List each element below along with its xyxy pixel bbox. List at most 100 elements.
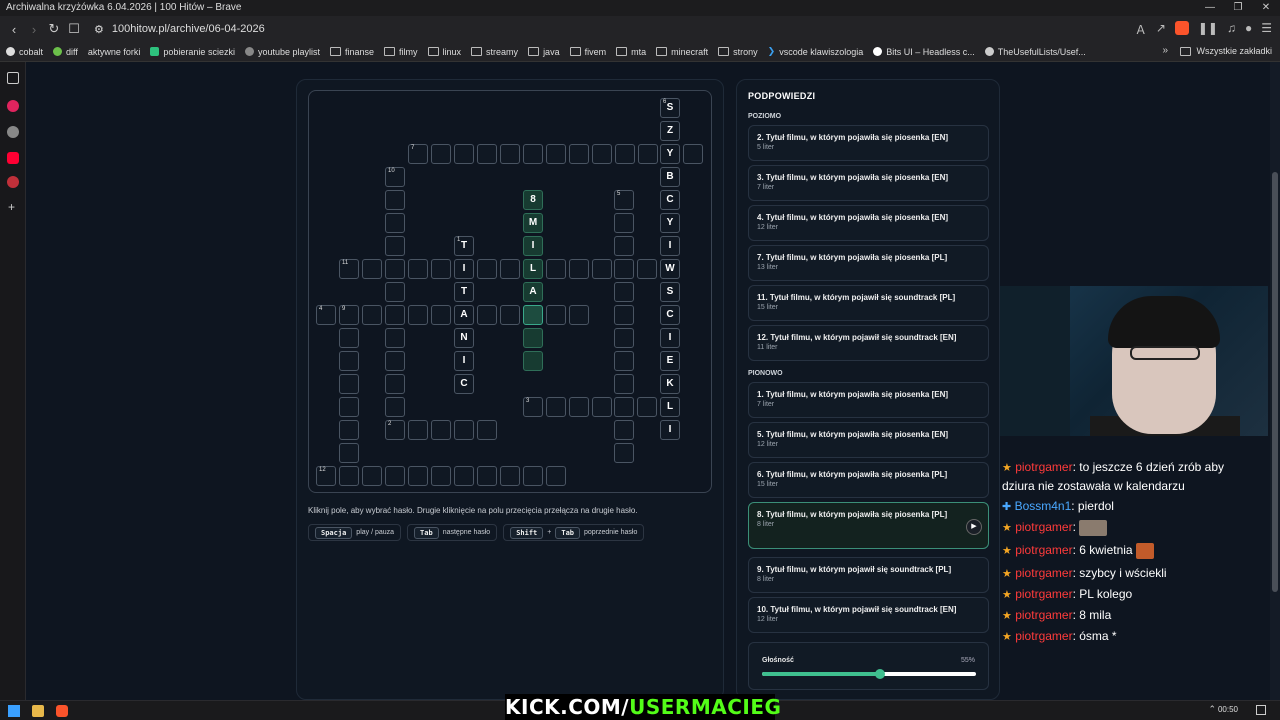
volume-slider[interactable]: [762, 669, 976, 679]
grid-cell[interactable]: [592, 144, 612, 164]
grid-cell[interactable]: [683, 144, 703, 164]
minimize-icon[interactable]: —: [1196, 0, 1224, 16]
grid-cell[interactable]: [546, 397, 566, 417]
grid-cell[interactable]: 5: [614, 190, 634, 210]
brave-shields-icon[interactable]: [1174, 21, 1189, 35]
grid-cell[interactable]: [339, 443, 359, 463]
grid-cell[interactable]: [385, 397, 405, 417]
bookmark-linux[interactable]: linux: [427, 47, 461, 57]
close-icon[interactable]: ✕: [1252, 0, 1280, 16]
grid-cell[interactable]: [385, 213, 405, 233]
grid-cell[interactable]: A: [454, 305, 474, 325]
grid-cell[interactable]: 4: [316, 305, 336, 325]
grid-cell[interactable]: 8: [523, 190, 543, 210]
grid-cell[interactable]: N: [454, 328, 474, 348]
grid-cell[interactable]: Z: [660, 121, 680, 141]
app-icon[interactable]: [7, 176, 19, 188]
pause-icon[interactable]: ❚❚: [1198, 21, 1218, 38]
clue-across[interactable]: 11. Tytuł filmu, w którym pojawił się so…: [748, 285, 989, 321]
grid-cell[interactable]: [500, 466, 520, 486]
address-bar[interactable]: ⚙ 100hitow.pl/archive/06-04-2026: [94, 23, 265, 36]
play-button[interactable]: ▶: [966, 519, 982, 535]
grid-cell[interactable]: I: [660, 236, 680, 256]
grid-cell[interactable]: S: [660, 282, 680, 302]
bookmark-aktywne-forki[interactable]: aktywne forki: [88, 47, 141, 57]
grid-cell[interactable]: [523, 351, 543, 371]
sidebar-panel-icon[interactable]: [7, 72, 19, 84]
extension-icon[interactable]: [7, 126, 19, 138]
grid-cell[interactable]: [408, 305, 428, 325]
url-text[interactable]: 100hitow.pl/archive/06-04-2026: [112, 23, 265, 35]
grid-cell[interactable]: [569, 144, 589, 164]
grid-cell[interactable]: Y: [660, 213, 680, 233]
clue-down[interactable]: 10. Tytuł filmu, w którym pojawił się so…: [748, 597, 989, 633]
grid-cell[interactable]: M: [523, 213, 543, 233]
translate-icon[interactable]: Ａ: [1135, 21, 1147, 38]
grid-cell[interactable]: [523, 328, 543, 348]
bookmark-icon[interactable]: ☐: [64, 21, 84, 37]
grid-cell[interactable]: [569, 397, 589, 417]
restore-icon[interactable]: ❐: [1224, 0, 1252, 16]
bookmark-usefullists[interactable]: TheUsefulLists/Usef...: [984, 47, 1086, 57]
grid-cell[interactable]: [614, 236, 634, 256]
grid-cell[interactable]: [614, 374, 634, 394]
grid-cell[interactable]: A: [523, 282, 543, 302]
grid-cell[interactable]: W: [660, 259, 680, 279]
grid-cell[interactable]: [454, 144, 474, 164]
bookmark-finanse[interactable]: finanse: [330, 47, 374, 57]
clue-across[interactable]: 12. Tytuł filmu, w którym pojawił się so…: [748, 325, 989, 361]
brave-taskbar-icon[interactable]: [56, 705, 68, 717]
grid-cell[interactable]: [614, 351, 634, 371]
grid-cell[interactable]: [500, 305, 520, 325]
bookmark-vscode[interactable]: ❯ vscode klawiszologia: [768, 46, 864, 57]
grid-cell[interactable]: [592, 259, 612, 279]
grid-cell[interactable]: [477, 466, 497, 486]
all-bookmarks[interactable]: Wszystkie zakładki: [1180, 46, 1272, 56]
grid-cell[interactable]: [362, 259, 382, 279]
add-icon[interactable]: +: [8, 200, 15, 214]
grid-cell[interactable]: [339, 397, 359, 417]
grid-cell[interactable]: [385, 328, 405, 348]
grid-cell[interactable]: [408, 259, 428, 279]
clue-across[interactable]: 2. Tytuł filmu, w którym pojawiła się pi…: [748, 125, 989, 161]
grid-cell[interactable]: [614, 420, 634, 440]
bookmark-fivem[interactable]: fivem: [569, 47, 606, 57]
grid-cell[interactable]: [638, 144, 658, 164]
extension-icon[interactable]: ●: [1245, 21, 1252, 38]
reload-icon[interactable]: ↻: [44, 21, 64, 37]
grid-cell[interactable]: [637, 259, 657, 279]
clue-across[interactable]: 7. Tytuł filmu, w którym pojawiła się pi…: [748, 245, 989, 281]
bookmark-cobalt[interactable]: cobalt: [6, 47, 43, 57]
grid-cell[interactable]: [339, 351, 359, 371]
grid-cell[interactable]: 12: [316, 466, 336, 486]
file-explorer-icon[interactable]: [32, 705, 44, 717]
grid-cell[interactable]: C: [660, 305, 680, 325]
site-settings-icon[interactable]: ⚙: [94, 23, 104, 36]
menu-icon[interactable]: ☰: [1261, 21, 1272, 38]
grid-cell[interactable]: [614, 259, 634, 279]
bookmark-mta[interactable]: mta: [616, 47, 646, 57]
grid-cell[interactable]: I: [660, 328, 680, 348]
grid-cell[interactable]: [546, 305, 566, 325]
clue-across[interactable]: 4. Tytuł filmu, w którym pojawiła się pi…: [748, 205, 989, 241]
grid-cell[interactable]: [614, 397, 634, 417]
grid-cell[interactable]: 3: [523, 397, 543, 417]
grid-cell[interactable]: [477, 305, 497, 325]
grid-cell[interactable]: C: [660, 190, 680, 210]
grid-cell[interactable]: [614, 328, 634, 348]
grid-cell[interactable]: [592, 397, 612, 417]
grid-cell[interactable]: T: [454, 282, 474, 302]
bookmark-strony[interactable]: strony: [718, 47, 758, 57]
grid-cell[interactable]: [385, 351, 405, 371]
more-bookmarks-icon[interactable]: »: [1162, 45, 1168, 56]
grid-cell[interactable]: [523, 144, 543, 164]
grid-cell[interactable]: L: [523, 259, 543, 279]
clue-across[interactable]: 3. Tytuł filmu, w którym pojawiła się pi…: [748, 165, 989, 201]
grid-cell[interactable]: [500, 144, 520, 164]
clue-down[interactable]: 5. Tytuł filmu, w którym pojawiła się pi…: [748, 422, 989, 458]
grid-cell[interactable]: 6S: [660, 98, 680, 118]
bookmark-pobieranie-sciezki[interactable]: pobieranie sciezki: [150, 47, 235, 57]
youtube-icon[interactable]: [7, 152, 19, 164]
bookmark-filmy[interactable]: filmy: [384, 47, 418, 57]
back-icon[interactable]: ‹: [4, 22, 24, 37]
